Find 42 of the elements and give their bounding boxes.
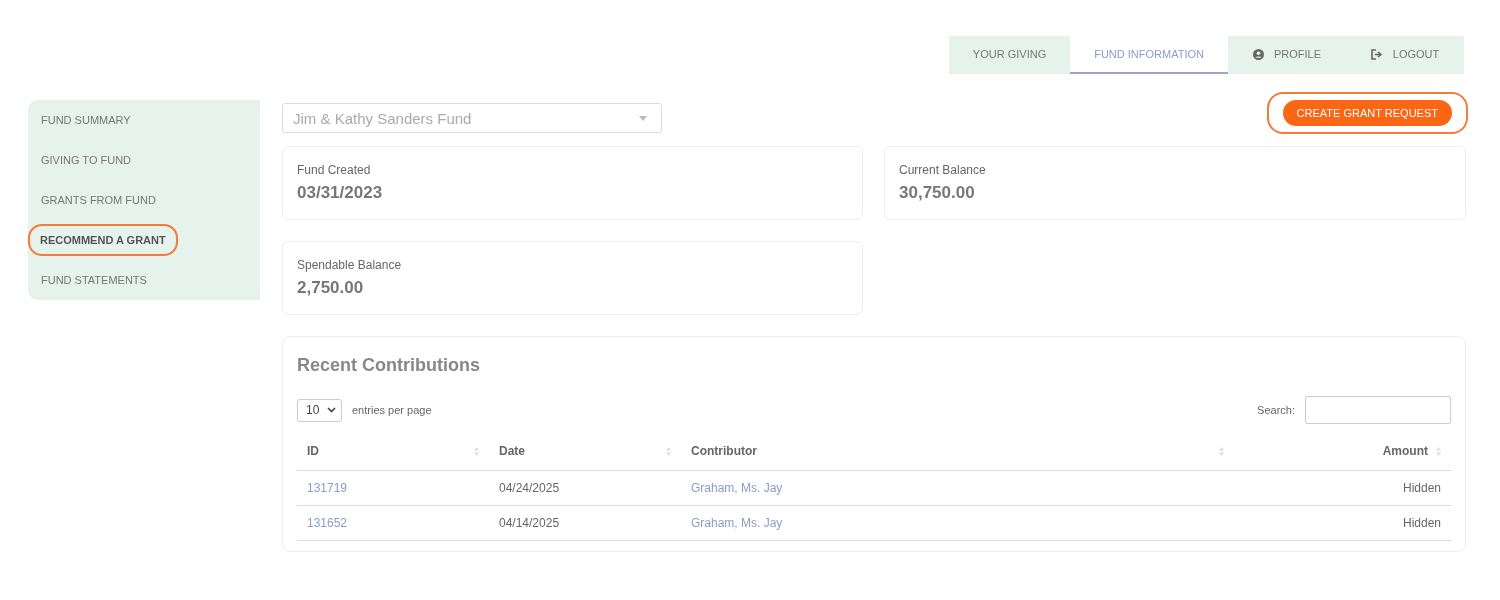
contributor-link[interactable]: Graham, Ms. Jay	[691, 516, 783, 530]
nav-tab[interactable]: LOGOUT	[1346, 36, 1464, 74]
sidebar-item[interactable]: GIVING TO FUND	[28, 140, 145, 180]
stat-value: 30,750.00	[899, 183, 976, 203]
stat-value: 2,750.00	[297, 278, 365, 298]
page-size-select[interactable]: 10	[297, 398, 342, 422]
logout-icon	[1370, 48, 1383, 60]
stat-label: Fund Created	[297, 163, 372, 177]
caret-icon	[639, 115, 647, 121]
sidebar-item[interactable]: GRANTS FROM FUND	[28, 180, 169, 220]
contribution-id-link[interactable]: 131719	[307, 481, 348, 495]
column-header[interactable]: Date	[489, 432, 681, 471]
nav-tab[interactable]: PROFILE	[1228, 36, 1346, 74]
sort-icon	[474, 446, 479, 456]
sidebar-item[interactable]: FUND SUMMARY	[28, 100, 144, 140]
user-icon	[1252, 48, 1264, 60]
sidebar-item[interactable]: FUND STATEMENTS	[28, 260, 160, 300]
contribution-id-link[interactable]: 131652	[307, 516, 348, 530]
table-cell: 04/14/2025	[489, 505, 681, 541]
contributor-link[interactable]: Graham, Ms. Jay	[691, 481, 783, 495]
create-grant-button[interactable]: CREATE GRANT REQUEST	[1282, 100, 1452, 126]
sort-icon	[1219, 446, 1224, 456]
sort-icon	[666, 446, 671, 456]
nav-tab[interactable]: FUND INFORMATION	[1070, 36, 1228, 74]
sidebar-item[interactable]: RECOMMEND A GRANT	[28, 224, 178, 256]
sort-icon	[1436, 446, 1441, 456]
column-header[interactable]: Contributor	[681, 432, 1234, 471]
fund-dropdown[interactable]: Jim & Kathy Sanders Fund	[282, 103, 662, 133]
chevron-icon	[327, 407, 336, 413]
column-header[interactable]: ID	[297, 432, 489, 471]
column-header[interactable]: Amount	[1234, 432, 1451, 471]
nav-tab[interactable]: YOUR GIVING	[948, 36, 1071, 74]
search-label: Search:	[1257, 404, 1295, 416]
stat-label: Current Balance	[899, 163, 987, 177]
table-cell: Hidden	[1234, 505, 1451, 541]
search-field[interactable]	[1305, 396, 1451, 424]
table-cell: 04/24/2025	[489, 470, 681, 506]
table-cell: Hidden	[1234, 470, 1451, 506]
stat-label: Spendable Balance	[297, 258, 403, 272]
section-title: Recent Contributions	[297, 355, 481, 376]
stat-value: 03/31/2023	[297, 183, 384, 203]
page-size-label: entries per page	[352, 404, 432, 416]
